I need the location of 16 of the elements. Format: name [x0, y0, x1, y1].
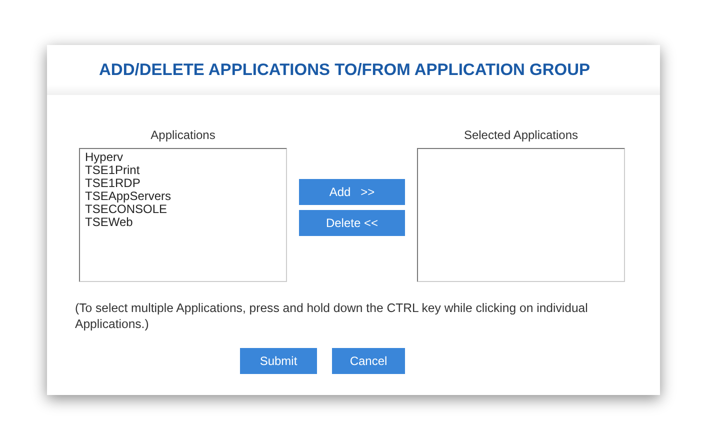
list-label: Applications	[150, 128, 216, 142]
list-option[interactable]: TSEAppServers	[85, 190, 281, 203]
list-option[interactable]: TSE1Print	[85, 164, 281, 177]
list-option[interactable]: TSE1RDP	[85, 177, 281, 190]
submit-button[interactable]: Submit	[240, 348, 317, 374]
help-text: (To select multiple Applications, press and hold down the CTRL key while clicking on individual Applications.)	[75, 300, 589, 332]
delete-button[interactable]: Delete <<	[299, 210, 405, 236]
list-option[interactable]: Hyperv	[85, 151, 281, 164]
list-label: Selected Applications	[464, 128, 578, 142]
list-option[interactable]: TSEWeb	[85, 216, 281, 229]
dialog-title: ADD/DELETE APPLICATIONS TO/FROM APPLICATION GROUP	[99, 60, 590, 80]
list-box[interactable]	[417, 148, 625, 282]
add-button[interactable]: Add >>	[299, 179, 405, 205]
list-option[interactable]: TSECONSOLE	[85, 203, 281, 216]
cancel-button[interactable]: Cancel	[332, 348, 405, 374]
list-box[interactable]: Hyperv TSE1Print TSE1RDP TSEAppServers TSECONSOLE TSEWeb	[79, 148, 287, 282]
